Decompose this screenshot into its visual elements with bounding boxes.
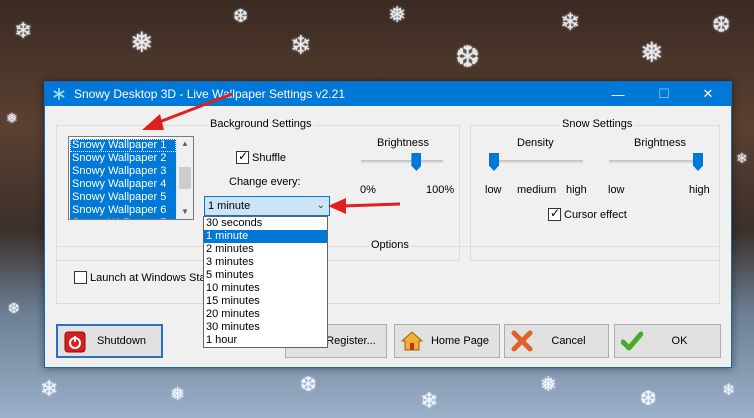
snowflake-icon: ❅ <box>130 27 154 58</box>
shuffle-label: Shuffle <box>252 152 287 164</box>
snowflake-app-icon <box>52 87 66 101</box>
bg-brightness-max: 100% <box>426 184 455 196</box>
snow-brightness-low: low <box>608 184 625 196</box>
density-low: low <box>485 184 502 196</box>
maximize-button[interactable]: ☐ <box>641 82 687 106</box>
snowflake-icon: ❅ <box>540 374 557 396</box>
interval-option[interactable]: 5 minutes <box>204 269 327 282</box>
cursor-effect-checkbox[interactable]: ✓ <box>548 206 561 221</box>
chevron-down-icon: ⌄ <box>316 200 325 211</box>
interval-option[interactable]: 30 minutes <box>204 321 327 334</box>
snowflake-icon: ❅ <box>170 384 186 404</box>
close-button[interactable]: ✕ <box>685 82 731 106</box>
interval-option[interactable]: 3 minutes <box>204 256 327 269</box>
snowflake-icon: ❅ <box>388 2 407 27</box>
interval-option[interactable]: 1 minute <box>204 230 327 243</box>
density-label: Density <box>517 137 554 149</box>
cursor-effect-label: Cursor effect <box>564 209 627 221</box>
interval-dropdown-list[interactable]: 30 seconds 1 minute 2 minutes 3 minutes 5 mi… <box>203 216 328 348</box>
bg-brightness-label: Brightness <box>377 137 429 149</box>
shutdown-button[interactable]: Shutdown <box>56 324 163 358</box>
snowflake-icon: ❆ <box>455 41 481 74</box>
snowflake-icon: ❄ <box>14 18 33 43</box>
snow-brightness-high: high <box>689 184 710 196</box>
cancel-button[interactable]: Cancel <box>504 324 609 358</box>
interval-option[interactable]: 30 seconds <box>204 217 327 230</box>
snowflake-icon: ❆ <box>640 388 657 410</box>
snowflake-icon: ❄ <box>40 376 59 401</box>
home-page-button[interactable]: Home Page <box>394 324 500 358</box>
snowflake-icon: ❆ <box>300 374 317 396</box>
annotation-arrow-list <box>142 92 233 130</box>
wallpaper-listbox[interactable]: Snowy Wallpaper 1 Snowy Wallpaper 2 Snowy … <box>68 136 194 220</box>
wallpaper-list-item[interactable]: Snowy Wallpaper 2 <box>70 152 176 165</box>
annotation-arrow-combo <box>328 198 401 214</box>
snowflake-icon: ❄ <box>722 382 736 399</box>
wallpaper-list-item[interactable]: Snowy Wallpaper 4 <box>70 178 176 191</box>
wallpaper-list-item[interactable]: Snowy Wallpaper 7 <box>70 217 176 219</box>
snow-brightness-slider-track[interactable] <box>609 160 703 163</box>
change-every-combobox[interactable]: 1 minute ⌄ <box>204 196 330 216</box>
interval-option[interactable]: 10 minutes <box>204 282 327 295</box>
ok-button[interactable]: OK <box>614 324 721 358</box>
cancel-label: Cancel <box>551 335 586 347</box>
scroll-down-icon[interactable]: ▼ <box>177 205 193 219</box>
wallpaper-list: Snowy Wallpaper 1 Snowy Wallpaper 2 Snowy … <box>70 139 176 219</box>
listbox-scrollbar[interactable]: ▲ ▼ <box>176 137 193 219</box>
shutdown-label: Shutdown <box>97 335 146 347</box>
launch-startup-checkbox[interactable] <box>74 271 87 284</box>
home-page-label: Home Page <box>430 335 490 347</box>
interval-option[interactable]: 1 hour <box>204 334 327 347</box>
snowflake-icon: ❆ <box>8 300 20 316</box>
interval-option[interactable]: 15 minutes <box>204 295 327 308</box>
snowflake-icon: ❆ <box>233 6 249 26</box>
density-medium: medium <box>517 184 557 196</box>
snowflake-icon: ❆ <box>712 12 731 37</box>
interval-option[interactable]: 20 minutes <box>204 308 327 321</box>
wallpaper-list-item[interactable]: Snowy Wallpaper 5 <box>70 191 176 204</box>
density-slider-track[interactable] <box>489 160 583 163</box>
snow-settings-title: Snow Settings <box>560 118 635 130</box>
density-high: high <box>566 184 587 196</box>
ok-label: OK <box>671 335 688 347</box>
change-every-label: Change every: <box>229 176 301 188</box>
scroll-thumb[interactable] <box>179 167 191 189</box>
change-every-value: 1 minute <box>208 200 251 212</box>
bg-brightness-slider-track[interactable] <box>361 160 443 163</box>
wallpaper-list-item[interactable]: Snowy Wallpaper 6 <box>70 204 176 217</box>
snow-brightness-label: Brightness <box>634 137 686 149</box>
options-title: Options <box>369 239 411 251</box>
snowflake-icon: ❄ <box>290 30 312 60</box>
minimize-button[interactable]: — <box>595 82 641 106</box>
checkmark-icon: ✓ <box>238 149 249 163</box>
wallpaper-list-item[interactable]: Snowy Wallpaper 3 <box>70 165 176 178</box>
snowflake-icon: ❄ <box>560 9 581 36</box>
checkmark-icon: ✓ <box>550 206 561 220</box>
interval-option[interactable]: 2 minutes <box>204 243 327 256</box>
snowflake-icon: ❅ <box>640 37 664 68</box>
snowflake-icon: ❅ <box>6 110 18 126</box>
snowflake-icon: ❄ <box>736 150 748 166</box>
snowflake-icon: ❄ <box>420 388 439 413</box>
shuffle-checkbox[interactable]: ✓ <box>236 149 249 164</box>
